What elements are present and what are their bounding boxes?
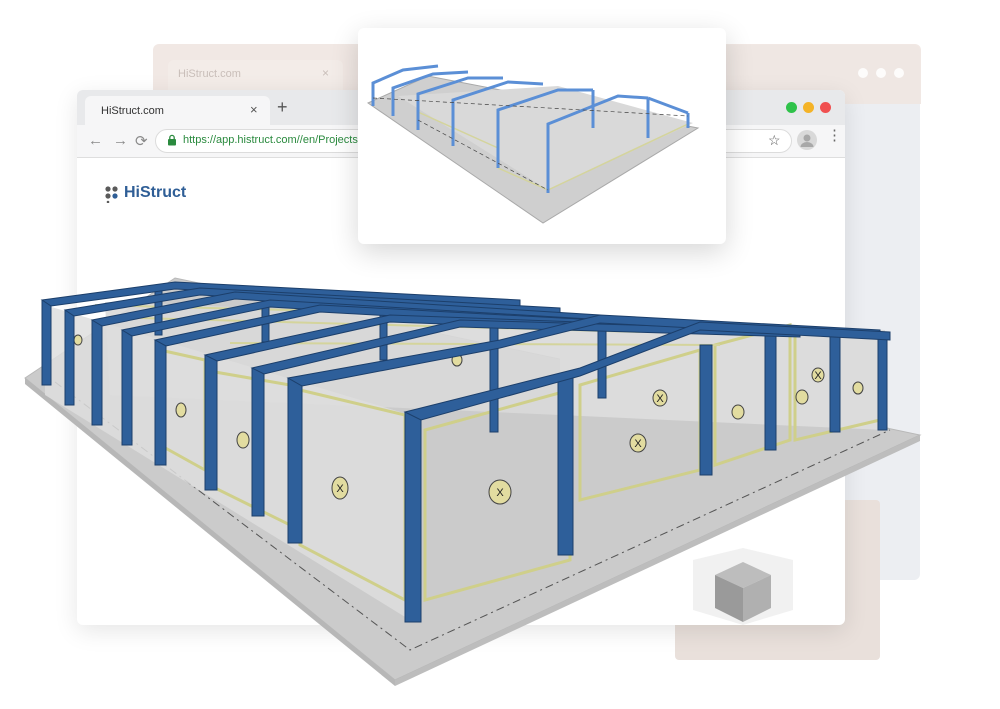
preview-popup bbox=[358, 28, 726, 244]
svg-text:X: X bbox=[336, 483, 344, 495]
svg-text:X: X bbox=[656, 393, 664, 405]
wireframe-3d-preview[interactable] bbox=[358, 28, 726, 244]
svg-text:X: X bbox=[634, 438, 642, 450]
view-cube-icon[interactable] bbox=[685, 540, 800, 630]
svg-text:X: X bbox=[496, 487, 504, 499]
svg-text:X: X bbox=[814, 370, 822, 382]
